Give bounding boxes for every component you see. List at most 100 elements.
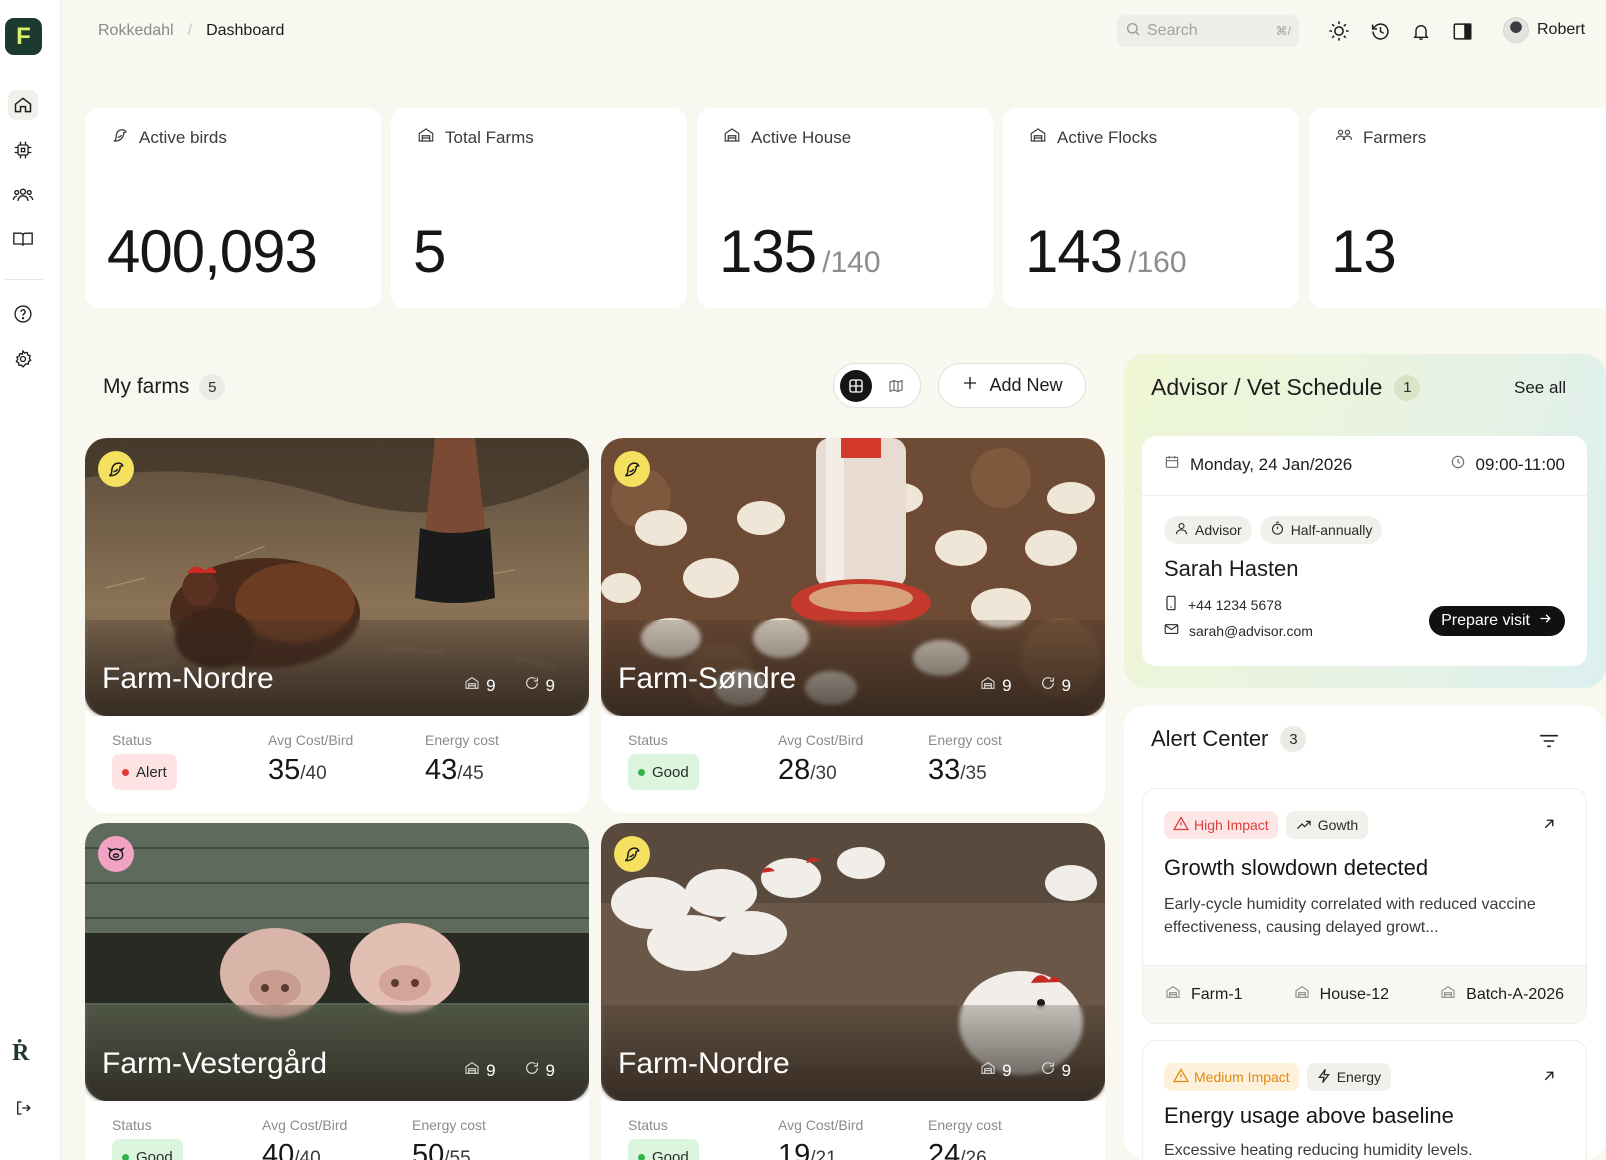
- alert-house[interactable]: House-12: [1320, 986, 1389, 1004]
- cost-label: Avg Cost/Bird: [778, 732, 864, 748]
- alert-batch[interactable]: Batch-A-2026: [1466, 986, 1564, 1004]
- see-all-link[interactable]: See all: [1514, 378, 1566, 398]
- breadcrumb-current: Dashboard: [206, 22, 285, 39]
- advisor-phone[interactable]: +44 1234 5678: [1188, 597, 1282, 613]
- farm-card[interactable]: Farm-Søndre 9 9 Status Good Avg Cost/Bir…: [601, 438, 1105, 813]
- home-icon[interactable]: [8, 90, 38, 120]
- stat-label: Active birds: [139, 127, 227, 147]
- filter-icon[interactable]: [1536, 728, 1562, 754]
- stat-denominator: /160: [1128, 246, 1187, 279]
- view-toggle: [833, 363, 921, 408]
- chip-icon[interactable]: [8, 135, 38, 165]
- energy-value: 33: [928, 754, 961, 786]
- vet-count-badge: 1: [1394, 374, 1421, 401]
- status-dot: [122, 1153, 129, 1160]
- alert-card[interactable]: Medium Impact Energy Energy usage above …: [1142, 1040, 1587, 1160]
- farm-card[interactable]: Farm-Nordre 9 9 Status Good Avg Cost/Bir…: [601, 823, 1105, 1160]
- flock-icon: [1029, 126, 1047, 149]
- cycle-count: 9: [1061, 675, 1071, 695]
- panel-icon[interactable]: [1448, 17, 1476, 45]
- prepare-visit-label: Prepare visit: [1441, 612, 1530, 629]
- prepare-visit-button[interactable]: Prepare visit: [1429, 606, 1565, 636]
- add-new-button[interactable]: Add New: [938, 363, 1086, 408]
- category-label: Gowth: [1317, 817, 1359, 833]
- vet-appointment-card[interactable]: Monday, 24 Jan/2026 09:00-11:00 Advisor …: [1142, 436, 1587, 666]
- status-text: Alert: [136, 763, 167, 781]
- status-dot: [122, 768, 129, 776]
- phone-icon: [1164, 595, 1178, 614]
- impact-badge: Medium Impact: [1164, 1063, 1299, 1091]
- farm-card[interactable]: Farm-Vestergård 9 9 Status Good Avg Cost…: [85, 823, 589, 1160]
- farmers-icon: [1335, 126, 1353, 149]
- farms-count-badge: 5: [199, 374, 226, 400]
- advisor-email[interactable]: sarah@advisor.com: [1189, 623, 1313, 639]
- settings-icon[interactable]: [8, 344, 38, 374]
- cost-target: /21: [810, 1148, 837, 1160]
- breadcrumb-parent[interactable]: Rokkedahl: [98, 22, 174, 40]
- pig-type-badge: [98, 836, 134, 872]
- warning-icon: [1172, 816, 1190, 834]
- help-icon[interactable]: [8, 299, 38, 329]
- vet-schedule-panel: Advisor / Vet Schedule 1 See all Monday,…: [1124, 354, 1606, 688]
- house-icon: [980, 1060, 996, 1081]
- grid-view-button[interactable]: [840, 369, 872, 402]
- cycle-icon: [1040, 675, 1056, 696]
- energy-label: Energy cost: [928, 732, 1002, 748]
- category-label: Energy: [1336, 1069, 1382, 1085]
- house-count: 9: [1002, 675, 1012, 695]
- divider: [1142, 495, 1587, 496]
- cost-value: 35: [268, 754, 301, 786]
- stat-value: 5: [413, 218, 446, 285]
- app-logo[interactable]: F: [5, 18, 42, 55]
- frequency-chip: Half-annually: [1259, 516, 1383, 544]
- role-chip: Advisor: [1164, 516, 1252, 544]
- energy-label: Energy cost: [412, 1117, 486, 1133]
- lightning-icon: [1317, 1068, 1331, 1087]
- house-count: 9: [486, 675, 496, 695]
- alert-card[interactable]: High Impact Gowth Growth slowdown detect…: [1142, 788, 1587, 1024]
- alert-description: Early-cycle humidity correlated with red…: [1164, 896, 1536, 936]
- section-title-text: My farms: [103, 375, 190, 398]
- search-shortcut: ⌘/: [1275, 24, 1291, 38]
- energy-value: 24: [928, 1139, 961, 1160]
- energy-target: /55: [444, 1148, 471, 1160]
- house-count: 9: [1002, 1060, 1012, 1080]
- house-icon: [980, 675, 996, 696]
- history-icon[interactable]: [1366, 17, 1394, 45]
- search-box[interactable]: ⌘/: [1117, 15, 1299, 47]
- appointment-date: Monday, 24 Jan/2026: [1190, 454, 1353, 474]
- warning-icon: [1172, 1068, 1190, 1086]
- book-icon[interactable]: [8, 224, 38, 254]
- farm-card[interactable]: Farm-Nordre 9 9 Status Alert Avg Cost/Bi…: [85, 438, 589, 813]
- person-icon: [1174, 521, 1189, 539]
- open-arrow-icon[interactable]: [1540, 1067, 1560, 1087]
- alert-title: Growth slowdown detected: [1164, 855, 1429, 880]
- role-chip-label: Advisor: [1195, 522, 1242, 538]
- users-icon[interactable]: [8, 180, 38, 210]
- house-icon: [723, 126, 741, 149]
- cost-value: 40: [262, 1139, 295, 1160]
- map-view-button[interactable]: [880, 370, 912, 402]
- cost-value: 19: [778, 1139, 811, 1160]
- logout-icon[interactable]: [8, 1093, 38, 1123]
- stat-value: 143: [1025, 218, 1123, 285]
- alert-farm[interactable]: Farm-1: [1191, 986, 1243, 1004]
- impact-label: High Impact: [1194, 817, 1269, 833]
- frequency-chip-label: Half-annually: [1290, 522, 1373, 538]
- bird-type-badge: [614, 836, 650, 872]
- open-arrow-icon[interactable]: [1540, 815, 1560, 835]
- farm-photo: Farm-Nordre 9 9: [601, 823, 1105, 1101]
- sun-icon[interactable]: [1325, 17, 1353, 45]
- breadcrumb: Rokkedahl / Dashboard: [98, 22, 284, 40]
- farm-name: Farm-Søndre: [618, 662, 797, 695]
- appointment-time: 09:00-11:00: [1475, 454, 1565, 474]
- trend-up-icon: [1296, 817, 1312, 834]
- bird-icon: [111, 126, 129, 149]
- farm-photo: Farm-Søndre 9 9: [601, 438, 1105, 716]
- cycle-count: 9: [545, 1060, 555, 1080]
- status-text: Good: [136, 1148, 173, 1160]
- status-badge: Alert: [112, 754, 177, 790]
- user-menu[interactable]: Robert: [1503, 17, 1585, 43]
- bell-icon[interactable]: [1407, 17, 1435, 45]
- search-input[interactable]: [1147, 22, 1257, 40]
